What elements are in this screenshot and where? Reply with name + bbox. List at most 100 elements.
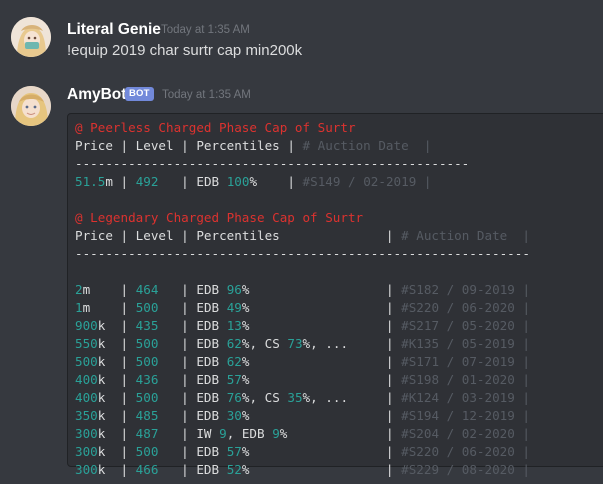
percentile-label: % — [249, 174, 258, 189]
auction-date: #S204 / 02-2020 | — [401, 426, 531, 441]
separator: | — [120, 444, 136, 459]
auction-date: #K135 / 05-2019 | — [401, 336, 531, 351]
auction-date: #S182 / 09-2019 | — [401, 282, 531, 297]
separator: | — [348, 336, 402, 351]
literal-genie-avatar-icon — [11, 17, 51, 57]
separator: | — [279, 138, 303, 153]
price-value: 51.5 — [75, 174, 106, 189]
percentile-label: EDB — [196, 444, 227, 459]
percentile-value: 30 — [226, 408, 242, 423]
separator: | — [173, 138, 197, 153]
table-row: 300k | 500 | EDB 57% | #S220 / 06-2020 | — [75, 443, 530, 461]
percentile-value: 57 — [226, 444, 242, 459]
price-unit: m — [82, 300, 121, 315]
price-value: 300 — [75, 426, 98, 441]
level-value: 485 — [135, 408, 159, 423]
table-row: 300k | 487 | IW 9, EDB 9% | #S204 / 02-2… — [75, 425, 530, 443]
price-value: 550 — [75, 336, 98, 351]
avatar[interactable] — [11, 17, 51, 57]
separator: | — [120, 408, 136, 423]
section-title: @ Legendary Charged Phase Cap of Surtr — [75, 209, 530, 227]
percentile-label: IW — [196, 426, 220, 441]
separator: | — [158, 462, 197, 477]
percentile-label: EDB — [196, 354, 227, 369]
percentile-label: EDB — [196, 318, 227, 333]
price-unit: k — [97, 336, 121, 351]
message-author[interactable]: AmyBot — [67, 86, 126, 104]
level-value: 466 — [135, 462, 159, 477]
percentile-value: 76 — [226, 390, 242, 405]
level-value: 500 — [135, 300, 159, 315]
percentile-value: 100 — [226, 174, 250, 189]
avatar[interactable] — [11, 86, 51, 126]
table-row: 550k | 500 | EDB 62%, CS 73%, ... | #K13… — [75, 335, 530, 353]
price-value: 500 — [75, 354, 98, 369]
separator: | — [249, 408, 402, 423]
price-unit: m — [82, 282, 121, 297]
price-value: 400 — [75, 372, 98, 387]
separator: | — [158, 408, 197, 423]
percentile-value: 9 — [272, 426, 280, 441]
separator: | — [173, 228, 197, 243]
table-row: 900k | 435 | EDB 13% | #S217 / 05-2020 | — [75, 317, 530, 335]
percentile-value: 96 — [226, 282, 242, 297]
percentile-label: , EDB — [226, 426, 273, 441]
auction-date: #S198 / 01-2020 | — [401, 372, 531, 387]
percentile-value: 62 — [226, 336, 242, 351]
separator: | — [120, 426, 136, 441]
message-author[interactable]: Literal Genie — [67, 21, 161, 39]
percentile-label: EDB — [196, 282, 227, 297]
price-unit: k — [97, 462, 121, 477]
percentile-value: 13 — [226, 318, 242, 333]
header-percentiles: Percentiles — [196, 138, 280, 153]
auction-date: #S217 / 05-2020 | — [401, 318, 531, 333]
table-rule: ----------------------------------------… — [75, 246, 530, 261]
auction-date: #S171 / 07-2019 | — [401, 354, 531, 369]
table-row: 51.5m | 492 | EDB 100% | #S149 / 02-2019… — [75, 173, 530, 191]
blank-line — [75, 191, 530, 209]
table-row: 400k | 500 | EDB 76%, CS 35%, ... | #K12… — [75, 389, 530, 407]
section-title: @ Peerless Charged Phase Cap of Surtr — [75, 119, 530, 137]
auction-date: #S220 / 06-2020 | — [401, 300, 531, 315]
separator: | — [112, 138, 136, 153]
separator: | — [279, 228, 402, 243]
price-unit: k — [97, 390, 121, 405]
level-value: 487 — [135, 426, 159, 441]
header-level: Level — [135, 138, 174, 153]
table-rule: ----------------------------------------… — [75, 245, 530, 263]
price-value: 2 — [75, 282, 83, 297]
percentile-label: EDB — [196, 336, 227, 351]
header-auction-date: # Auction Date | — [302, 138, 432, 153]
level-value: 500 — [135, 390, 159, 405]
separator: | — [120, 336, 136, 351]
percentile-label: %, CS — [241, 336, 288, 351]
separator: | — [120, 318, 136, 333]
table-header: Price | Level | Percentiles | # Auction … — [75, 227, 530, 245]
percentile-label: %, ... — [302, 390, 349, 405]
separator: | — [348, 390, 402, 405]
price-unit: k — [97, 372, 121, 387]
separator: | — [249, 372, 402, 387]
separator: | — [120, 282, 136, 297]
price-value: 300 — [75, 444, 98, 459]
bot-badge: BOT — [125, 87, 154, 101]
separator: | — [158, 336, 197, 351]
auction-date: #S229 / 08-2020 | — [401, 462, 531, 477]
level-value: 500 — [135, 354, 159, 369]
level-value: 500 — [135, 444, 159, 459]
percentile-value: 9 — [219, 426, 227, 441]
table-header: Price | Level | Percentiles | # Auction … — [75, 137, 530, 155]
header-auction-date: # Auction Date | — [401, 228, 530, 243]
price-unit: m — [105, 174, 121, 189]
table-rule: ----------------------------------------… — [75, 155, 530, 173]
percentile-label: EDB — [196, 174, 227, 189]
table-row: 300k | 466 | EDB 52% | #S229 / 08-2020 | — [75, 461, 530, 479]
level-value: 436 — [135, 372, 159, 387]
percentile-value: 73 — [287, 336, 303, 351]
code-block-content: @ Peerless Charged Phase Cap of Surtr Pri… — [75, 119, 530, 479]
table-rule: ----------------------------------------… — [75, 156, 470, 171]
auction-date: #S149 / 02-2019 | — [302, 174, 432, 189]
separator: | — [249, 282, 402, 297]
